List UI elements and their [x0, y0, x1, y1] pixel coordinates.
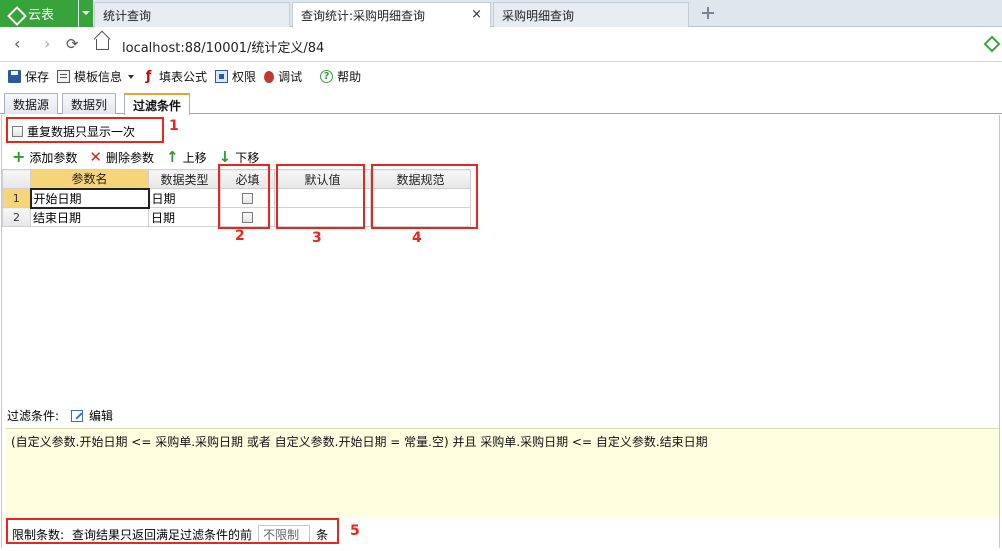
row-number[interactable]: 1: [2, 188, 31, 208]
move-down-button[interactable]: ↓ 下移: [219, 149, 260, 166]
address-bar: ‹ › ⟳ localhost:88/10001/统计定义/84: [0, 28, 1002, 62]
app-name: 云表: [28, 8, 55, 23]
annotation-number-2: 2: [235, 228, 245, 244]
edit-filter-button[interactable]: 编辑: [89, 407, 113, 424]
tab-label: 统计查询: [103, 8, 152, 23]
main-toolbar: 保存 模板信息 ƒ 填表公式 权限 调试 ? 帮助: [0, 63, 1002, 90]
filter-header: 过滤条件: 编辑: [7, 407, 113, 424]
forward-icon[interactable]: ›: [44, 36, 50, 52]
permission-button[interactable]: 权限: [215, 68, 256, 85]
param-name-cell[interactable]: 开始日期: [29, 187, 150, 209]
move-down-label: 下移: [235, 150, 260, 165]
tab-filter-conditions-label: 过滤条件: [133, 98, 182, 113]
tab-label: 采购明细查询: [502, 8, 575, 23]
add-param-label: 添加参数: [29, 150, 78, 165]
page-tab-bar: 数据源 数据列 过滤条件: [0, 90, 1002, 115]
help-label: 帮助: [337, 70, 362, 84]
move-up-button[interactable]: ↑ 上移: [166, 149, 207, 166]
annotation-box-4: [371, 164, 478, 229]
annotation-number-1: 1: [169, 118, 179, 134]
save-button[interactable]: 保存: [8, 68, 49, 85]
row-number[interactable]: 2: [2, 207, 31, 227]
filter-expression-box[interactable]: (自定义参数.开始日期 <= 采购单.采购日期 或者 自定义参数.开始日期 = …: [6, 428, 999, 518]
tab-data-columns[interactable]: 数据列: [62, 93, 117, 114]
col-header-param-name[interactable]: 参数名: [30, 169, 149, 189]
app-logo-icon: [8, 7, 22, 21]
plus-icon: +: [12, 147, 26, 166]
filter-conditions-panel: 重复数据只显示一次 1 + 添加参数 ✕ 删除参数 ↑ 上移 ↓ 下移 参数名 …: [1, 115, 1000, 548]
param-name-cell[interactable]: 结束日期: [30, 207, 149, 227]
app-menu-dropdown[interactable]: [79, 0, 93, 27]
save-label: 保存: [25, 70, 50, 84]
tab-filter-conditions[interactable]: 过滤条件: [124, 93, 191, 115]
annotation-number-5: 5: [350, 523, 360, 539]
help-icon: ?: [320, 70, 334, 83]
bug-icon: [264, 70, 275, 83]
debug-label: 调试: [278, 70, 303, 84]
home-icon[interactable]: [96, 39, 109, 50]
delete-icon: ✕: [89, 148, 102, 166]
new-tab-icon[interactable]: [702, 7, 714, 19]
save-icon: [8, 70, 21, 83]
formula-icon: ƒ: [145, 69, 152, 84]
grid-corner-cell[interactable]: [2, 169, 31, 189]
annotation-box-3: [276, 164, 365, 229]
template-icon: [57, 70, 71, 83]
template-info-label: 模板信息: [74, 70, 123, 84]
annotation-number-4: 4: [412, 230, 422, 246]
debug-button[interactable]: 调试: [264, 68, 302, 85]
delete-param-label: 删除参数: [106, 150, 155, 165]
url-field[interactable]: localhost:88/10001/统计定义/84: [122, 37, 324, 56]
move-up-label: 上移: [182, 150, 207, 165]
data-type-cell[interactable]: 日期: [148, 207, 221, 227]
fill-formula-button[interactable]: ƒ 填表公式: [142, 68, 207, 85]
permission-icon: [215, 70, 229, 83]
delete-param-button[interactable]: ✕ 删除参数: [89, 149, 154, 166]
tab-label: 查询统计:采购明细查询: [301, 9, 426, 23]
annotation-box-1: [6, 117, 164, 143]
arrow-down-icon: ↓: [218, 148, 232, 166]
tab-data-source[interactable]: 数据源: [4, 93, 59, 114]
annotation-box-5: [6, 518, 339, 544]
browser-tab-stats-query[interactable]: 统计查询: [94, 2, 290, 27]
annotation-box-2: [218, 164, 270, 229]
template-info-button[interactable]: 模板信息: [57, 68, 135, 85]
chevron-down-icon[interactable]: [128, 74, 135, 79]
tab-data-columns-label: 数据列: [71, 97, 108, 112]
refresh-icon[interactable]: ⟳: [66, 36, 79, 52]
close-tab-icon[interactable]: ×: [471, 7, 482, 22]
fill-formula-label: 填表公式: [159, 70, 208, 84]
arrow-up-icon: ↑: [166, 148, 179, 166]
permission-label: 权限: [232, 70, 257, 84]
app-logo-tab[interactable]: 云表: [0, 0, 78, 27]
annotation-number-3: 3: [312, 230, 322, 246]
extension-icon[interactable]: [983, 35, 1001, 53]
filter-label: 过滤条件:: [7, 409, 60, 423]
col-header-data-type[interactable]: 数据类型: [148, 169, 221, 189]
tab-data-source-label: 数据源: [13, 97, 50, 112]
param-toolbar: + 添加参数 ✕ 删除参数 ↑ 上移 ↓ 下移: [12, 149, 271, 165]
back-icon[interactable]: ‹: [14, 36, 20, 52]
browser-tab-purchase-detail-stats[interactable]: 查询统计:采购明细查询 ×: [292, 2, 491, 28]
add-param-button[interactable]: + 添加参数: [12, 149, 77, 166]
browser-tab-purchase-detail[interactable]: 采购明细查询: [493, 2, 689, 27]
edit-icon[interactable]: [71, 409, 84, 422]
data-type-cell[interactable]: 日期: [148, 188, 221, 208]
help-button[interactable]: ? 帮助: [320, 68, 361, 85]
browser-tab-strip: 云表 统计查询 查询统计:采购明细查询 × 采购明细查询: [0, 0, 1002, 28]
filter-expression: (自定义参数.开始日期 <= 采购单.采购日期 或者 自定义参数.开始日期 = …: [11, 435, 708, 449]
